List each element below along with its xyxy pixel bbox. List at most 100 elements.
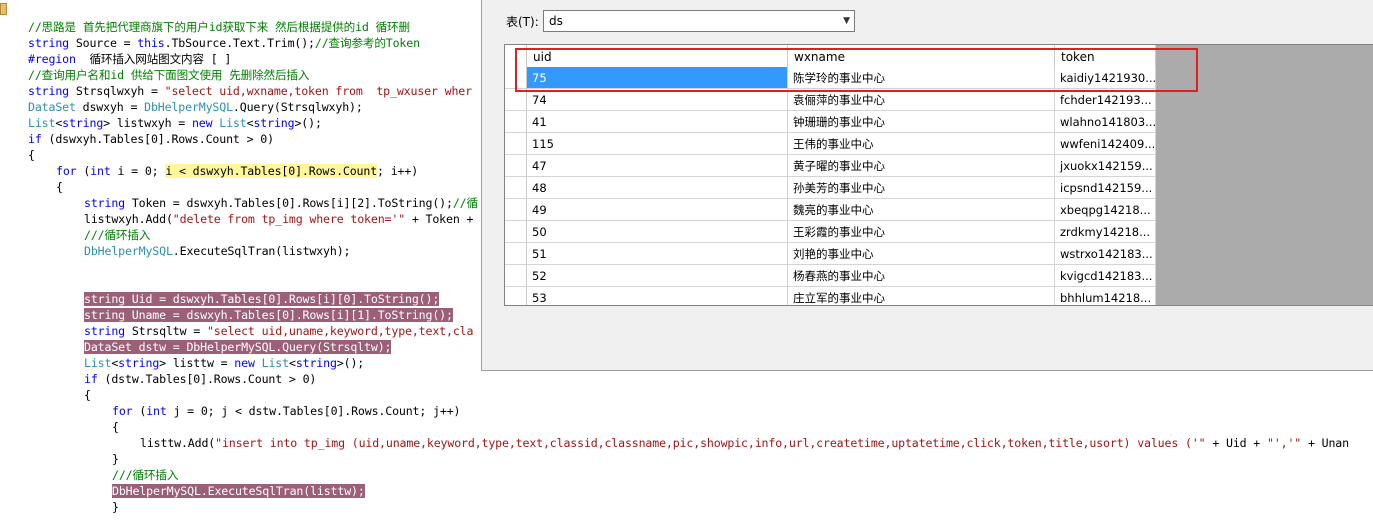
cell-uid[interactable]: 41: [527, 111, 788, 133]
code-token: .ExecuteSqlTran(listwxyh);: [172, 244, 351, 258]
cell-token[interactable]: fchder142193...: [1055, 89, 1156, 111]
cell-token[interactable]: icpsnd142159...: [1055, 177, 1156, 199]
cell-token[interactable]: bhhlum14218...: [1055, 287, 1156, 305]
table-row[interactable]: 49 魏亮的事业中心 xbeqpg14218...: [505, 199, 1156, 221]
code-line: string Source = this.TbSource.Text.Trim(…: [28, 35, 420, 51]
code-token: List: [261, 356, 289, 370]
code-token: new: [191, 116, 213, 130]
code-token: {: [84, 388, 91, 402]
code-line: for (int i = 0; i < dswxyh.Tables[0].Row…: [56, 163, 418, 179]
row-header[interactable]: [505, 133, 527, 155]
row-header[interactable]: [505, 287, 527, 305]
table-row[interactable]: 51 刘艳的事业中心 wstrxo142183...: [505, 243, 1156, 265]
code-line: listtw.Add("insert into tp_img (uid,unam…: [140, 435, 1349, 451]
code-token: List: [28, 116, 56, 130]
table-row[interactable]: 48 孙美芳的事业中心 icpsnd142159...: [505, 177, 1156, 199]
code-token: if: [28, 132, 42, 146]
chevron-down-icon[interactable]: ▼: [843, 11, 850, 31]
cell-uid[interactable]: 48: [527, 177, 788, 199]
cell-uid[interactable]: 49: [527, 199, 788, 221]
code-token: .Query(Strsqlwxyh);: [232, 100, 363, 114]
cell-uid[interactable]: 115: [527, 133, 788, 155]
code-token: (: [132, 404, 147, 418]
table-label: 表(T):: [506, 15, 539, 29]
row-header[interactable]: [505, 243, 527, 265]
code-line: {: [56, 179, 63, 195]
row-header[interactable]: [505, 177, 527, 199]
table-select-value: ds: [549, 14, 563, 28]
cell-uid[interactable]: 52: [527, 265, 788, 287]
code-token: {: [112, 420, 119, 434]
cell-wxname[interactable]: 刘艳的事业中心: [788, 243, 1055, 265]
code-token: "delete from tp_img where token='": [172, 212, 406, 226]
table-row[interactable]: 50 王彩霞的事业中心 zrdkmy14218...: [505, 221, 1156, 243]
code-line: ///循环插入: [112, 467, 178, 483]
code-token: >();: [336, 356, 365, 370]
code-token: ///循环插入: [84, 228, 151, 242]
code-token: string: [28, 36, 69, 50]
cell-wxname[interactable]: 杨春燕的事业中心: [788, 265, 1055, 287]
cell-token[interactable]: wwfeni142409...: [1055, 133, 1156, 155]
code-line: string Strsqlwxyh = "select uid,wxname,t…: [28, 83, 472, 99]
code-token: .TbSource.Text.Trim();: [164, 36, 315, 50]
code-token: j = 0; j < dstw.Tables[0].Rows.Count; j+…: [166, 404, 461, 418]
code-token: List: [219, 116, 247, 130]
collapse-marker-icon[interactable]: [0, 3, 7, 15]
code-line: DataSet dswxyh = DbHelperMySQL.Query(Str…: [28, 99, 363, 115]
cell-wxname[interactable]: 王伟的事业中心: [788, 133, 1055, 155]
table-row[interactable]: 47 黄子曜的事业中心 jxuokx142159...: [505, 155, 1156, 177]
row-header[interactable]: [505, 221, 527, 243]
cell-token[interactable]: jxuokx142159...: [1055, 155, 1156, 177]
cell-wxname[interactable]: 魏亮的事业中心: [788, 199, 1055, 221]
table-row[interactable]: 52 杨春燕的事业中心 kvigcd142183...: [505, 265, 1156, 287]
cell-wxname[interactable]: 钟珊珊的事业中心: [788, 111, 1055, 133]
code-token: i = 0;: [110, 164, 166, 178]
table-row[interactable]: 74 袁俪萍的事业中心 fchder142193...: [505, 89, 1156, 111]
code-token: string: [84, 196, 125, 210]
cell-token[interactable]: xbeqpg14218...: [1055, 199, 1156, 221]
code-token: this: [137, 36, 165, 50]
cell-uid[interactable]: 74: [527, 89, 788, 111]
cell-uid[interactable]: 50: [527, 221, 788, 243]
cell-wxname[interactable]: 黄子曜的事业中心: [788, 155, 1055, 177]
code-token: ; i++): [377, 164, 419, 178]
cell-token[interactable]: wlahno141803...: [1055, 111, 1156, 133]
row-header[interactable]: [505, 155, 527, 177]
cell-uid[interactable]: 51: [527, 243, 788, 265]
cell-token[interactable]: wstrxo142183...: [1055, 243, 1156, 265]
code-token: for: [56, 164, 77, 178]
code-line: }: [112, 499, 119, 515]
cell-uid[interactable]: 53: [527, 287, 788, 305]
table-select[interactable]: ds ▼: [543, 10, 855, 32]
code-line: List<string> listwxyh = new List<string>…: [28, 115, 322, 131]
row-header[interactable]: [505, 199, 527, 221]
cell-wxname[interactable]: 袁俪萍的事业中心: [788, 89, 1055, 111]
code-token: (dswxyh.Tables[0].Rows.Count > 0): [41, 132, 275, 146]
cell-wxname[interactable]: 王彩霞的事业中心: [788, 221, 1055, 243]
code-token: + Token +: [405, 212, 474, 226]
code-line: for (int j = 0; j < dstw.Tables[0].Rows.…: [112, 403, 461, 419]
row-header[interactable]: [505, 111, 527, 133]
cell-wxname[interactable]: 孙美芳的事业中心: [788, 177, 1055, 199]
cell-wxname[interactable]: 庄立军的事业中心: [788, 287, 1055, 305]
row-header[interactable]: [505, 89, 527, 111]
code-token: Strsqltw =: [124, 324, 207, 338]
code-token: }: [112, 452, 119, 466]
cell-token[interactable]: kvigcd142183...: [1055, 265, 1156, 287]
code-token: >();: [294, 116, 322, 130]
cell-uid[interactable]: 47: [527, 155, 788, 177]
code-token: int: [90, 164, 111, 178]
code-token: for: [112, 404, 133, 418]
code-token: //思路是 首先把代理商旗下的用户id获取下来 然后根据提供的id 循环删: [28, 20, 410, 34]
code-token: {: [28, 148, 35, 162]
table-row[interactable]: 115 王伟的事业中心 wwfeni142409...: [505, 133, 1156, 155]
code-token: List: [84, 356, 112, 370]
code-token: + Unan: [1301, 436, 1349, 450]
cell-token[interactable]: zrdkmy14218...: [1055, 221, 1156, 243]
code-token: DbHelperMySQL: [84, 244, 173, 258]
table-row[interactable]: 53 庄立军的事业中心 bhhlum14218...: [505, 287, 1156, 305]
row-header[interactable]: [505, 265, 527, 287]
code-token: (: [76, 164, 91, 178]
table-row[interactable]: 41 钟珊珊的事业中心 wlahno141803...: [505, 111, 1156, 133]
